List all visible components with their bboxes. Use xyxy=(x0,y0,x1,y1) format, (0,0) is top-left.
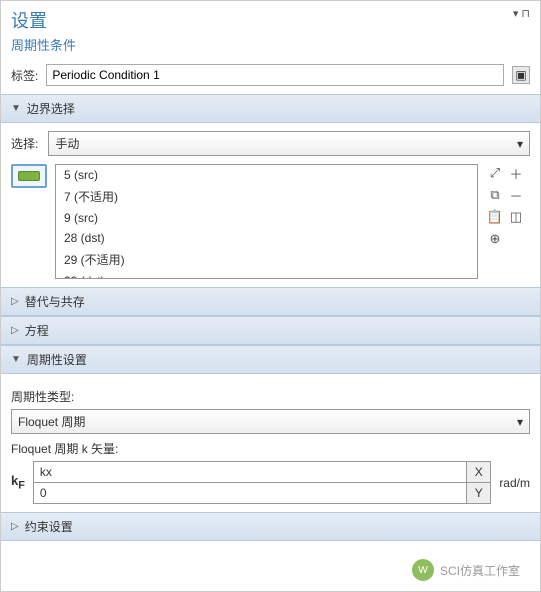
selection-dropdown[interactable]: 手动 ▾ xyxy=(48,131,530,156)
chevron-down-icon: ▼ xyxy=(11,354,21,365)
periodicity-section-title: 周期性设置 xyxy=(27,351,87,368)
selection-value: 手动 xyxy=(55,135,79,152)
table-row: kx X xyxy=(33,462,490,483)
override-section-title: 替代与共存 xyxy=(25,293,85,310)
chevron-right-icon: ▷ xyxy=(11,521,19,532)
label-caption: 标签: xyxy=(11,67,38,84)
axis-label: X xyxy=(467,462,491,483)
periodicity-section-header[interactable]: ▼ 周期性设置 xyxy=(1,345,540,374)
toggle-icon[interactable]: ◫ xyxy=(507,208,525,226)
periodicity-type-dropdown[interactable]: Floquet 周期 ▾ xyxy=(11,409,530,434)
chevron-down-icon: ▾ xyxy=(517,137,523,151)
pin-icon[interactable]: ▾ ⊓ xyxy=(513,7,530,20)
kvector-label: Floquet 周期 k 矢量: xyxy=(11,440,530,457)
equation-section-header[interactable]: ▷ 方程 xyxy=(1,316,540,345)
label-external-icon[interactable]: ▣ xyxy=(512,66,530,84)
list-item[interactable]: 28 (dst) xyxy=(56,228,477,248)
label-input[interactable] xyxy=(46,64,504,86)
list-item[interactable]: 7 (不适用) xyxy=(56,185,477,208)
minus-icon[interactable]: － xyxy=(507,186,525,204)
kf-symbol: kF xyxy=(11,473,25,492)
axis-label: Y xyxy=(467,483,491,504)
periodicity-type-label: 周期性类型: xyxy=(11,388,530,405)
target-icon[interactable]: ⊕ xyxy=(486,230,504,248)
chevron-right-icon: ▷ xyxy=(11,325,19,336)
settings-title: 设置 xyxy=(11,7,47,33)
list-item[interactable]: 5 (src) xyxy=(56,165,477,185)
boundary-listbox[interactable]: 5 (src) 7 (不适用) 9 (src) 28 (dst) 29 (不适用… xyxy=(55,164,478,279)
periodicity-type-value: Floquet 周期 xyxy=(18,413,85,430)
paste-icon[interactable]: 📋 xyxy=(486,208,504,226)
select-label: 选择: xyxy=(11,135,38,152)
wechat-icon: W xyxy=(412,559,434,581)
constraint-section-title: 约束设置 xyxy=(25,518,73,535)
kx-input[interactable]: kx xyxy=(33,462,466,483)
override-section-header[interactable]: ▷ 替代与共存 xyxy=(1,287,540,316)
kvector-table: kx X 0 Y xyxy=(33,461,491,504)
list-item[interactable]: 29 (不适用) xyxy=(56,248,477,271)
unit-label: rad/m xyxy=(499,476,530,490)
constraint-section-header[interactable]: ▷ 约束设置 xyxy=(1,512,540,541)
list-item[interactable]: 30 (dst) xyxy=(56,271,477,279)
plus-icon[interactable]: ＋ xyxy=(507,164,525,182)
chevron-down-icon: ▾ xyxy=(517,415,523,429)
status-indicator-icon xyxy=(11,164,47,188)
boundary-section-header[interactable]: ▼ 边界选择 xyxy=(1,94,540,123)
ky-input[interactable]: 0 xyxy=(33,483,466,504)
chevron-right-icon: ▷ xyxy=(11,296,19,307)
chevron-down-icon: ▼ xyxy=(11,103,21,114)
settings-subtitle: 周期性条件 xyxy=(11,35,530,54)
watermark-text: SCI仿真工作室 xyxy=(440,562,520,579)
boundary-section-title: 边界选择 xyxy=(27,100,75,117)
table-row: 0 Y xyxy=(33,483,490,504)
equation-section-title: 方程 xyxy=(25,322,49,339)
zoom-icon[interactable]: ⤢ xyxy=(486,164,504,182)
copy-icon[interactable]: ⧉ xyxy=(486,186,504,204)
list-item[interactable]: 9 (src) xyxy=(56,208,477,228)
watermark: W SCI仿真工作室 xyxy=(412,559,520,581)
